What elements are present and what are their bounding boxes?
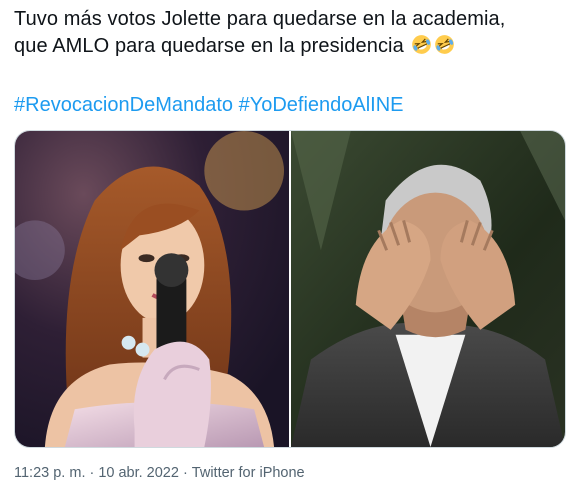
tweet-text: Tuvo más votos Jolette para quedarse en … [14, 6, 566, 60]
photo-woman-singing[interactable] [15, 131, 289, 447]
tweet-text-line-2-wrap: que AMLO para quedarse en la presidencia [14, 33, 566, 60]
meta-separator-2: · [182, 465, 188, 481]
hashtags: #RevocacionDeMandato #YoDefiendoAlINE [14, 92, 404, 119]
tweet-date-link[interactable]: 10 abr. 2022 [98, 465, 179, 481]
woman-singing-image-icon [15, 131, 289, 447]
laughing-emoji-icon [412, 35, 432, 54]
tweet-text-line-2: que AMLO para quedarse en la presidencia [14, 35, 404, 57]
laughing-emoji-icon [435, 35, 455, 54]
tweet-text-line-1: Tuvo más votos Jolette para quedarse en … [14, 8, 506, 30]
hashtag-revocacion[interactable]: #RevocacionDeMandato [14, 94, 233, 116]
tweet-source-link[interactable]: Twitter for iPhone [192, 465, 305, 481]
tweet-meta: 11:23 p. m. · 10 abr. 2022 · Twitter for iPh… [14, 465, 305, 481]
man-covering-eyes-image-icon [291, 131, 565, 447]
meta-separator: · [89, 465, 95, 481]
tweet-media [14, 130, 566, 448]
hashtag-yodefiendo[interactable]: #YoDefiendoAlINE [239, 94, 404, 116]
photo-man-covering-eyes[interactable] [291, 131, 565, 447]
tweet-time-link[interactable]: 11:23 p. m. [14, 465, 85, 481]
